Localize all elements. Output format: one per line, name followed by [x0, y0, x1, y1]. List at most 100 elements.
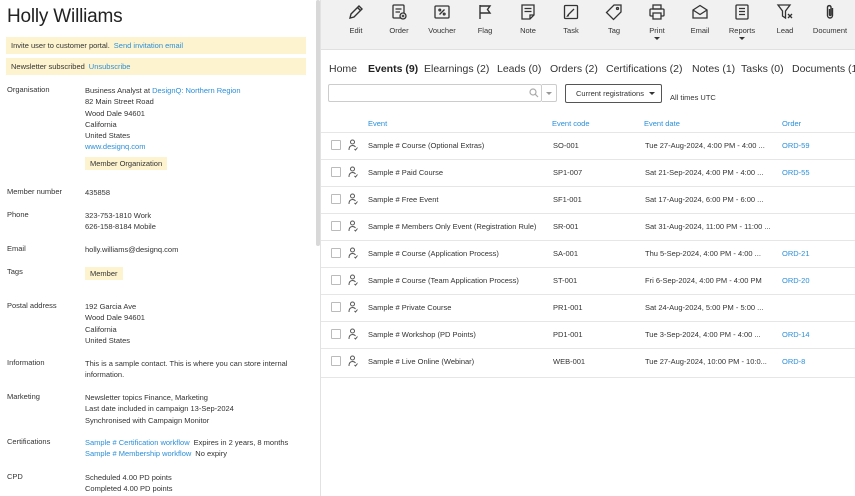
event-date: Fri 6-Sep-2024, 4:00 PM - 4:00 PM: [645, 276, 762, 285]
tab-home[interactable]: Home: [329, 63, 357, 75]
order-link[interactable]: ORD-59: [782, 141, 810, 150]
registrant-icon: [348, 247, 358, 259]
event-date: Tue 3-Sep-2024, 4:00 PM - 4:00 ...: [645, 330, 761, 339]
member-organization-tag: Member Organization: [85, 156, 168, 170]
postal-street: 192 Garcia Ave: [85, 302, 137, 311]
event-date: Sat 21-Sep-2024, 4:00 PM - 4:00 ...: [645, 168, 764, 177]
row-checkbox[interactable]: [331, 248, 341, 258]
organisation-label: Organisation: [7, 85, 50, 94]
event-name: Sample # Course (Application Process): [368, 249, 499, 258]
row-checkbox[interactable]: [331, 167, 341, 177]
order-link[interactable]: ORD-14: [782, 330, 810, 339]
organisation-value: Business Analyst at DesignQ: Northern Re…: [85, 85, 310, 170]
chevron-down-icon: [654, 37, 660, 40]
postal-address-value: 192 Garcia Ave Wood Dale 94601 Californi…: [85, 301, 310, 346]
tab-notes[interactable]: Notes (1): [692, 63, 735, 75]
org-website-link[interactable]: www.designq.com: [85, 141, 310, 152]
table-row[interactable]: Sample # Workshop (PD Points) PD1-001 Tu…: [321, 321, 855, 348]
column-header-event[interactable]: Event: [368, 119, 387, 128]
unsubscribe-link[interactable]: Unsubscribe: [89, 62, 131, 71]
row-checkbox[interactable]: [331, 356, 341, 366]
postal-state: California: [85, 324, 117, 334]
event-name: Sample # Private Course: [368, 303, 452, 312]
portal-invite-notice: Invite user to customer portal. Send invi…: [6, 37, 306, 54]
postal-address-label: Postal address: [7, 301, 57, 310]
column-header-event-date[interactable]: Event date: [644, 119, 680, 128]
event-date: Sat 24-Aug-2024, 5:00 PM - 5:00 ...: [645, 303, 764, 312]
membership-status: No expiry: [195, 449, 227, 459]
note-icon: [521, 4, 535, 20]
tab-orders[interactable]: Orders (2): [550, 63, 598, 75]
membership-link[interactable]: Sample # Membership workflow: [85, 449, 191, 458]
organisation-link[interactable]: DesignQ: Northern Region: [152, 86, 240, 95]
timezone-note: All times UTC: [670, 93, 716, 102]
postal-city: Wood Dale 94601: [85, 313, 145, 323]
table-row[interactable]: Sample # Live Online (Webinar) WEB-001 T…: [321, 348, 855, 375]
tab-certifications[interactable]: Certifications (2): [606, 63, 682, 75]
tab-elearnings[interactable]: Elearnings (2): [424, 63, 489, 75]
column-header-order[interactable]: Order: [782, 119, 801, 128]
certification-link[interactable]: Sample # Certification workflow: [85, 438, 190, 447]
tab-events[interactable]: Events (9): [368, 63, 418, 75]
tag-icon: [605, 4, 622, 21]
table-row[interactable]: Sample # Members Only Event (Registratio…: [321, 213, 855, 240]
sync-status: Synchronised with Campaign Monitor: [85, 415, 210, 425]
reports-icon: [735, 4, 749, 20]
postal-country: United States: [85, 335, 131, 345]
column-header-event-code[interactable]: Event code: [552, 119, 590, 128]
table-row[interactable]: Sample # Course (Team Application Proces…: [321, 267, 855, 294]
order-link[interactable]: ORD-55: [782, 168, 810, 177]
row-checkbox[interactable]: [331, 194, 341, 204]
phone-mobile: 626-158-8184 Mobile: [85, 222, 156, 232]
search-options-dropdown[interactable]: [542, 84, 557, 102]
cpd-completed: Completed 4.00 PD points: [85, 484, 173, 494]
portal-invite-text: Invite user to customer portal.: [11, 41, 110, 50]
order-link[interactable]: ORD-8: [782, 357, 805, 366]
send-invitation-email-link[interactable]: Send invitation email: [114, 41, 183, 50]
event-search-input[interactable]: [328, 84, 542, 102]
table-row[interactable]: Sample # Paid Course SP1-007 Sat 21-Sep-…: [321, 159, 855, 186]
row-checkbox[interactable]: [331, 221, 341, 231]
chevron-down-icon: [739, 37, 745, 40]
tags-value: Member: [85, 263, 310, 280]
row-checkbox[interactable]: [331, 275, 341, 285]
cpd-scheduled: Scheduled 4.00 PD points: [85, 473, 172, 482]
contact-details-panel: Holly Williams Invite user to customer p…: [0, 0, 314, 496]
table-row[interactable]: Sample # Free Event SF1-001 Sat 17-Aug-2…: [321, 186, 855, 213]
row-checkbox[interactable]: [331, 329, 341, 339]
event-name: Sample # Live Online (Webinar): [368, 357, 475, 366]
organisation-row: Organisation Business Analyst at DesignQ…: [7, 85, 307, 175]
event-date: Sat 31-Aug-2024, 11:00 PM - 11:00 ...: [645, 222, 771, 231]
tags-label: Tags: [7, 267, 23, 276]
tab-documents[interactable]: Documents (1: [792, 63, 855, 75]
printer-icon: [649, 4, 665, 20]
registration-filter-select[interactable]: Current registrations: [565, 84, 662, 103]
member-tag: Member: [85, 267, 123, 280]
table-row[interactable]: Sample # Course (Application Process) SA…: [321, 240, 855, 267]
event-code: SA-001: [553, 249, 579, 258]
lead-button[interactable]: Lead: [760, 3, 810, 35]
order-link[interactable]: ORD-21: [782, 249, 810, 258]
order-link[interactable]: ORD-20: [782, 276, 810, 285]
table-row[interactable]: Sample # Course (Optional Extras) SO-001…: [321, 132, 855, 159]
row-checkbox[interactable]: [331, 302, 341, 312]
certification-status: Expires in 2 years, 8 months: [193, 438, 289, 447]
phone-label: Phone: [7, 210, 29, 219]
tab-tasks[interactable]: Tasks (0): [741, 63, 784, 75]
document-label: Document: [812, 26, 848, 35]
event-name: Sample # Paid Course: [368, 168, 444, 177]
document-button[interactable]: Document: [805, 3, 855, 35]
search-icon[interactable]: [529, 88, 539, 98]
action-toolbar: Edit Order Voucher Flag Note Task Tag Pr…: [321, 0, 855, 50]
phone-value: 323-753-1810 Work 626-158-8184 Mobile: [85, 210, 310, 233]
table-row[interactable]: Sample # Private Course PR1-001 Sat 24-A…: [321, 294, 855, 321]
row-checkbox[interactable]: [331, 140, 341, 150]
registrant-icon: [348, 301, 358, 313]
registrant-icon: [348, 220, 358, 232]
email-link[interactable]: holly.williams@designq.com: [85, 244, 310, 255]
org-city: Wood Dale 94601: [85, 108, 145, 118]
cpd-value: Scheduled 4.00 PD points Completed 4.00 …: [85, 472, 310, 495]
tab-leads[interactable]: Leads (0): [497, 63, 541, 75]
event-code: ST-001: [553, 276, 578, 285]
event-date: Sat 17-Aug-2024, 6:00 PM - 6:00 ...: [645, 195, 764, 204]
